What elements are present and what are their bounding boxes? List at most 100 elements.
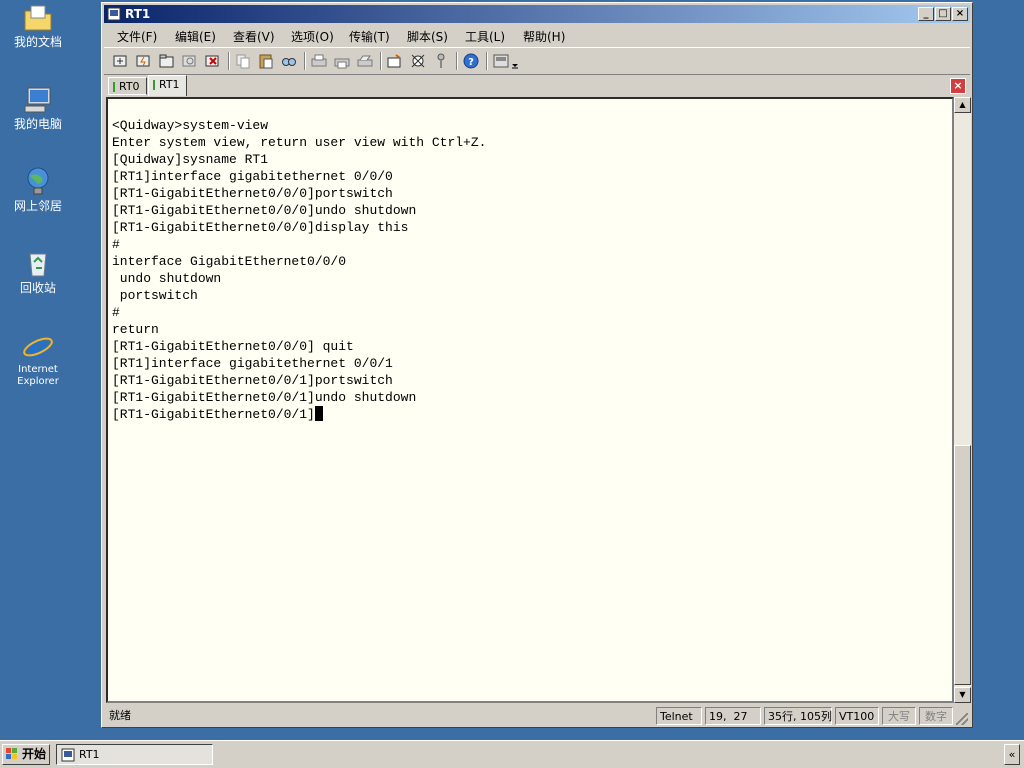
start-button[interactable]: 开始 xyxy=(2,744,50,765)
minimize-button[interactable]: _ xyxy=(918,7,934,21)
terminal-line: [RT1-GigabitEthernet0/0/0]undo shutdown xyxy=(112,203,417,218)
window-titlebar[interactable]: RT1 _ □ × xyxy=(104,5,970,23)
securecrt-window: RT1 _ □ × 文件(F) 编辑(E) 查看(V) 选项(O) 传输(T) … xyxy=(101,2,973,728)
terminal-line: interface GigabitEthernet0/0/0 xyxy=(112,254,347,269)
terminal-output[interactable]: <Quidway>system-view Enter system view, … xyxy=(106,97,954,703)
menu-edit[interactable]: 编辑(E) xyxy=(175,28,216,45)
toolbar-separator xyxy=(304,52,306,70)
window-title: RT1 xyxy=(125,7,151,21)
desktop-icon-label: 网上邻居 xyxy=(13,199,62,213)
paste-icon[interactable] xyxy=(257,52,275,70)
toolbar-separator xyxy=(486,52,488,70)
toolbar: ? xyxy=(104,47,970,75)
menu-transfer[interactable]: 传输(T) xyxy=(349,28,390,45)
maximize-button[interactable]: □ xyxy=(935,7,951,21)
status-ready: 就绪 xyxy=(109,709,131,722)
tab-rt0[interactable]: RT0 xyxy=(108,77,147,95)
find-icon[interactable] xyxy=(280,52,298,70)
copy-icon[interactable] xyxy=(234,52,252,70)
terminal-line: [RT1]interface gigabitethernet 0/0/0 xyxy=(112,169,393,184)
terminal-line: return xyxy=(112,322,159,337)
tab-rt1[interactable]: RT1 xyxy=(148,75,187,96)
desktop-icon-network[interactable]: 网上邻居 xyxy=(4,166,72,213)
print-icon[interactable] xyxy=(310,52,328,70)
ie-icon: e xyxy=(23,330,53,362)
menu-options[interactable]: 选项(O) xyxy=(291,28,334,45)
start-label: 开始 xyxy=(22,747,47,761)
session-tabs: RT0 RT1 × xyxy=(104,75,970,97)
toolbar-separator xyxy=(380,52,382,70)
taskbar-item-rt1[interactable]: RT1 xyxy=(56,744,213,765)
tray-expand-button[interactable]: « xyxy=(1004,744,1020,765)
terminal-cursor xyxy=(314,406,323,421)
svg-text:e: e xyxy=(28,330,47,362)
menu-bar: 文件(F) 编辑(E) 查看(V) 选项(O) 传输(T) 脚本(S) 工具(L… xyxy=(104,25,970,45)
menu-view[interactable]: 查看(V) xyxy=(233,28,275,45)
tab-label: RT1 xyxy=(159,78,180,91)
terminal-line: [RT1-GigabitEthernet0/0/0]display this xyxy=(112,220,409,235)
terminal-line: Enter system view, return user view with… xyxy=(112,135,487,150)
close-tab-icon[interactable]: × xyxy=(950,78,966,94)
session-options-icon[interactable] xyxy=(386,52,404,70)
desktop-icon-internet-explorer[interactable]: e Internet Explorer xyxy=(4,330,72,388)
taskbar-item-label: RT1 xyxy=(79,748,100,761)
terminal-text: <Quidway>system-view Enter system view, … xyxy=(112,117,486,423)
terminal-line: [RT1-GigabitEthernet0/0/0] quit xyxy=(112,339,354,354)
taskbar: 开始 RT1 « xyxy=(0,740,1024,768)
status-protocol: Telnet xyxy=(656,707,702,725)
print-screen-icon[interactable] xyxy=(356,52,374,70)
terminal-lines: <Quidway>system-view Enter system view, … xyxy=(112,118,486,422)
menu-file[interactable]: 文件(F) xyxy=(117,28,157,45)
disconnect-icon[interactable] xyxy=(204,52,222,70)
desktop-icon-my-documents[interactable]: 我的文档 xyxy=(4,2,72,49)
menu-script[interactable]: 脚本(S) xyxy=(407,28,448,45)
scroll-down-button[interactable]: ▼ xyxy=(954,687,971,703)
svg-text:?: ? xyxy=(468,57,474,68)
resize-grip[interactable] xyxy=(956,713,968,725)
terminal-line: <Quidway>system-view xyxy=(112,118,269,133)
desktop-icon-label: Internet Explorer xyxy=(17,364,59,387)
folder-icon xyxy=(24,5,52,31)
connect-icon[interactable] xyxy=(112,52,130,70)
key-icon[interactable] xyxy=(432,52,450,70)
status-emulation: VT100 xyxy=(835,707,879,725)
menu-help[interactable]: 帮助(H) xyxy=(523,28,565,45)
toolbar-more-icon[interactable] xyxy=(510,52,520,70)
global-options-icon[interactable] xyxy=(409,52,427,70)
sftp-icon[interactable] xyxy=(492,52,510,70)
status-num-lock: 数字 xyxy=(919,707,953,725)
desktop-icon-recycle-bin[interactable]: 回收站 xyxy=(4,248,72,295)
computer-icon xyxy=(24,87,51,113)
status-bar: 就绪 Telnet 19, 27 35行, 105列 VT100 大写 数字 xyxy=(104,705,970,727)
terminal-line: # xyxy=(112,305,120,320)
quick-connect-icon[interactable] xyxy=(135,52,153,70)
desktop-icon-label: 我的电脑 xyxy=(13,117,62,131)
scroll-thumb[interactable] xyxy=(954,445,971,685)
close-button[interactable]: × xyxy=(952,7,968,21)
desktop-icon-label: 我的文档 xyxy=(13,35,62,49)
print-setup-icon[interactable] xyxy=(333,52,351,70)
terminal-line: undo shutdown xyxy=(119,271,222,286)
tab-label: RT0 xyxy=(119,80,140,93)
reconnect-icon[interactable] xyxy=(181,52,199,70)
status-screen-size: 35行, 105列 xyxy=(764,707,832,725)
connect-tab-icon[interactable] xyxy=(158,52,176,70)
menu-tools[interactable]: 工具(L) xyxy=(465,28,505,45)
scroll-up-button[interactable]: ▲ xyxy=(954,97,971,113)
desktop-icon-my-computer[interactable]: 我的电脑 xyxy=(4,84,72,131)
recycle-bin-icon xyxy=(29,253,47,277)
app-icon xyxy=(107,7,121,21)
terminal-line: [RT1-GigabitEthernet0/0/0]portswitch xyxy=(112,186,393,201)
app-icon xyxy=(61,748,75,762)
toolbar-separator xyxy=(456,52,458,70)
terminal-line: # xyxy=(112,237,120,252)
help-icon[interactable]: ? xyxy=(462,52,480,70)
status-cursor-position: 19, 27 xyxy=(705,707,761,725)
network-icon xyxy=(27,167,49,195)
desktop-icon-label: 回收站 xyxy=(19,281,56,295)
vertical-scrollbar[interactable]: ▲ ▼ xyxy=(954,97,971,703)
status-caps-lock: 大写 xyxy=(882,707,916,725)
terminal-line: [RT1]interface gigabitethernet 0/0/1 xyxy=(112,356,393,371)
toolbar-separator xyxy=(228,52,230,70)
terminal-line: portswitch xyxy=(119,288,198,303)
